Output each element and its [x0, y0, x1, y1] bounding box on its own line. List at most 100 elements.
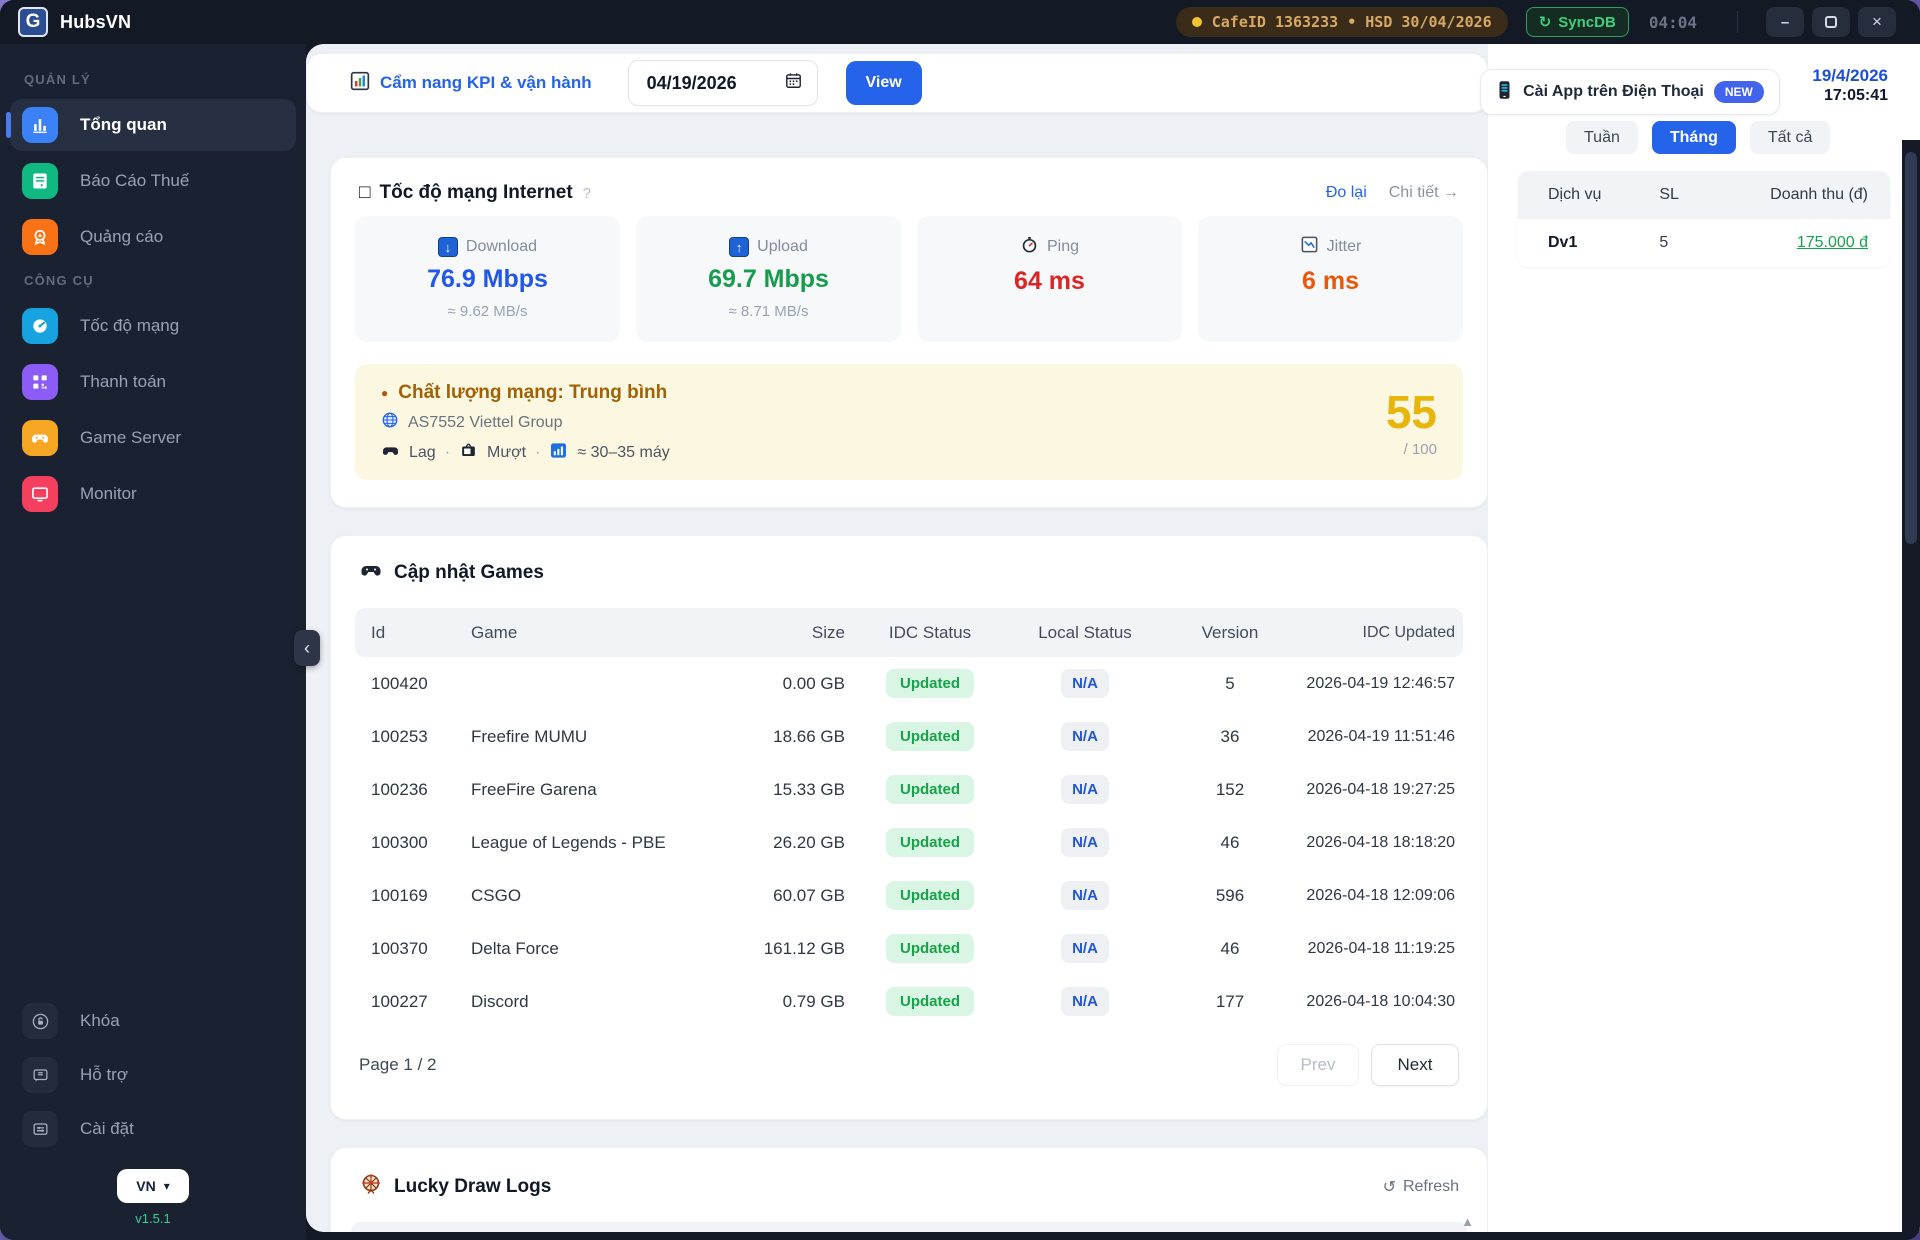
sidebar-section-tools: CÔNG CỤ	[24, 273, 94, 288]
ping-value: 64 ms	[1014, 267, 1085, 295]
sidebar-item-label: Tổng quan	[80, 115, 167, 134]
current-date: 19/4/2026	[1812, 66, 1888, 85]
lucky-draw-card: Lucky Draw Logs ↺ Refresh	[330, 1147, 1488, 1232]
sidebar-item-label: Thanh toán	[80, 372, 167, 391]
kpi-handbook-link[interactable]: Cẩm nang KPI & vận hành	[350, 71, 592, 96]
sidebar-item-label: Tốc độ mạng	[80, 316, 180, 335]
monitor-icon	[22, 476, 58, 512]
metric-label: Upload	[757, 238, 808, 255]
refresh-button[interactable]: ↺ Refresh	[1383, 1177, 1459, 1197]
minimize-button[interactable]: –	[1766, 7, 1804, 37]
lock-icon	[22, 1003, 58, 1039]
quality-score: 55	[1385, 385, 1437, 438]
col-revenue: Doanh thu (đ)	[1770, 186, 1868, 203]
status-badge: Updated	[886, 775, 974, 804]
tab-tuan[interactable]: Tuần	[1566, 121, 1638, 154]
scrollbar-thumb[interactable]	[1905, 152, 1917, 544]
view-button[interactable]: View	[845, 61, 922, 105]
dot-separator: ·	[444, 444, 451, 461]
col-quantity: SL	[1659, 186, 1679, 203]
vertical-scrollbar[interactable]	[1902, 140, 1920, 1232]
status-badge: N/A	[1061, 987, 1109, 1016]
install-app-button[interactable]: Cài App trên Điện Thoại NEW	[1480, 69, 1780, 115]
sidebar-item-quang-cao[interactable]: Quảng cáo	[10, 211, 296, 263]
medal-icon	[22, 219, 58, 255]
sidebar-item-bao-cao-thue[interactable]: Báo Cáo Thuế	[10, 155, 296, 207]
col-local-status: Local Status	[1038, 622, 1132, 642]
globe-icon	[381, 411, 399, 434]
sidebar-item-monitor[interactable]: Monitor	[10, 468, 296, 520]
service-table-header: Dịch vụ SL Doanh thu (đ)	[1518, 171, 1890, 219]
sidebar-item-thanh-toan[interactable]: Thanh toán	[10, 356, 296, 408]
sidebar-collapse-button[interactable]: ‹	[294, 630, 320, 666]
next-page-button[interactable]: Next	[1371, 1044, 1459, 1086]
scroll-to-top-button[interactable]: ▲	[1461, 1214, 1474, 1229]
quality-tag: ≈ 30–35 máy	[577, 444, 670, 461]
sync-icon: ↻	[1538, 13, 1552, 31]
right-panel: Cài App trên Điện Thoại NEW 19/4/2026 17…	[1480, 44, 1920, 1232]
upload-sub: ≈ 8.71 MB/s	[728, 303, 809, 320]
sidebar-item-ho-tro[interactable]: Hỗ trợ	[10, 1049, 296, 1101]
signal-bars-icon	[549, 441, 568, 465]
tab-tat-ca[interactable]: Tất cả	[1749, 121, 1831, 154]
calendar-icon	[784, 71, 803, 95]
qr-code-icon	[22, 364, 58, 400]
sidebar-item-label: Hỗ trợ	[80, 1065, 128, 1084]
ferris-wheel-icon	[359, 1172, 383, 1202]
titlebar: G HubsVN CafeID 1363233 • HSD 30/04/2026…	[0, 0, 1920, 44]
sidebar-item-label: Game Server	[80, 428, 182, 447]
active-indicator	[6, 112, 11, 138]
jitter-chart-icon	[1300, 235, 1319, 259]
syncdb-button[interactable]: ↻ SyncDB	[1525, 7, 1629, 37]
sidebar-footer: Khóa Hỗ trợ Cài đặt VN ▾ v1.5.1	[10, 993, 296, 1226]
table-row: 100300 League of Legends - PBE 26.20 GB U…	[355, 816, 1463, 869]
main-column: Cẩm nang KPI & vận hành 04/19/2026 View …	[306, 44, 1488, 1232]
status-badge: N/A	[1061, 775, 1109, 804]
status-badge: Updated	[886, 934, 974, 963]
placeholder-glyph-icon: □	[359, 182, 371, 203]
close-button[interactable]: ×	[1858, 7, 1896, 37]
page-header-card: Cẩm nang KPI & vận hành 04/19/2026 View	[306, 53, 1488, 113]
games-update-card: Cập nhật Games Id Game Size IDC Status L…	[330, 535, 1488, 1120]
sidebar-item-cai-dat[interactable]: Cài đặt	[10, 1103, 296, 1155]
sidebar-item-khoa[interactable]: Khóa	[10, 995, 296, 1047]
chevron-down-icon: ▾	[163, 1179, 170, 1193]
status-badge: Updated	[886, 881, 974, 910]
tax-report-icon	[22, 163, 58, 199]
status-badge: N/A	[1061, 669, 1109, 698]
bar-chart-icon	[22, 107, 58, 143]
table-row: 100420 0.00 GB Updated N/A 5 2026-04-19 1…	[355, 657, 1463, 710]
download-icon: ↓	[437, 237, 458, 257]
language-dropdown[interactable]: VN ▾	[117, 1169, 189, 1203]
kpi-chart-icon	[350, 71, 370, 96]
gamepad-icon	[22, 420, 58, 456]
sidebar-item-tong-quan[interactable]: Tổng quan	[6, 99, 296, 151]
table-row: 100227 Discord 0.79 GB Updated N/A 177 202…	[355, 975, 1463, 1028]
metric-label: Ping	[1046, 238, 1080, 255]
support-chat-icon	[22, 1057, 58, 1093]
games-table: Id Game Size IDC Status Local Status Ver…	[355, 608, 1463, 1028]
stopwatch-icon	[1020, 235, 1039, 259]
app-logo-icon: G	[18, 7, 48, 37]
quality-tag: Mượt	[487, 444, 527, 461]
sidebar: QUẢN LÝ Tổng quan Báo Cáo Thuế Quảng cáo…	[0, 44, 306, 1240]
sidebar-item-label: Khóa	[80, 1011, 120, 1030]
prev-page-button[interactable]: Prev	[1277, 1044, 1359, 1086]
tab-thang[interactable]: Tháng	[1651, 121, 1736, 154]
remeasure-link[interactable]: Đo lại	[1326, 184, 1367, 202]
help-icon[interactable]: ?	[583, 185, 591, 202]
quality-score-max: / 100	[1403, 440, 1437, 458]
detail-link[interactable]: Chi tiết →	[1389, 184, 1459, 202]
games-table-header: Id Game Size IDC Status Local Status Ver…	[355, 608, 1463, 657]
maximize-button[interactable]	[1812, 7, 1850, 37]
network-metrics: ↓ Download 76.9 Mbps ≈ 9.62 MB/s ↑ Uploa…	[331, 216, 1487, 342]
jitter-metric: Jitter 6 ms	[1198, 216, 1463, 342]
sidebar-item-game-server[interactable]: Game Server	[10, 412, 296, 464]
content-area: Cẩm nang KPI & vận hành 04/19/2026 View …	[306, 44, 1920, 1232]
sidebar-section-management: QUẢN LÝ	[24, 72, 91, 87]
sidebar-item-toc-do-mang[interactable]: Tốc độ mạng	[10, 300, 296, 352]
date-input[interactable]: 04/19/2026	[627, 60, 818, 106]
table-row: 100253 Freefire MUMU 18.66 GB Updated N/A…	[355, 710, 1463, 763]
refresh-icon: ↺	[1382, 1179, 1396, 1196]
table-row: Dv1 5 175.000 đ	[1518, 219, 1890, 267]
